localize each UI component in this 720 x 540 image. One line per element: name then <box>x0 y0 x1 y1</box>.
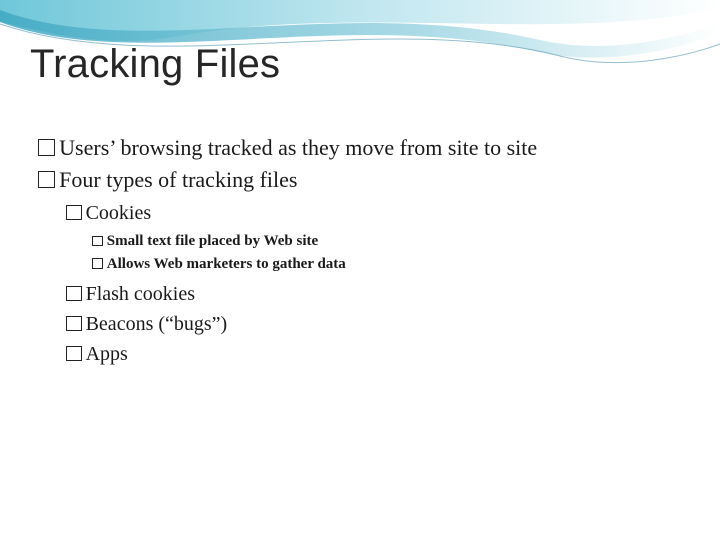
slide-title: Tracking Files <box>30 42 690 87</box>
bullet-text: Beacons (“bugs”) <box>86 313 228 335</box>
bullet-level3: Allows Web marketers to gather data <box>92 253 690 276</box>
square-bullet-icon <box>66 286 82 302</box>
bullet-text: Flash cookies <box>86 283 195 305</box>
bullet-text: Cookies <box>86 202 152 224</box>
bullet-text: Small text file placed by Web site <box>107 233 318 249</box>
bullet-level2: Flash cookies <box>66 279 690 309</box>
bullet-level2: Apps <box>66 339 690 369</box>
square-bullet-icon <box>92 258 103 269</box>
bullet-text: Users’ browsing tracked as they move fro… <box>59 135 537 160</box>
bullet-list: Users’ browsing tracked as they move fro… <box>38 133 690 369</box>
square-bullet-icon <box>66 346 82 362</box>
square-bullet-icon <box>92 236 103 247</box>
square-bullet-icon <box>38 139 55 156</box>
bullet-level1: Four types of tracking files Cookies Sma… <box>38 165 690 370</box>
square-bullet-icon <box>66 316 82 332</box>
bullet-level1: Users’ browsing tracked as they move fro… <box>38 133 690 163</box>
square-bullet-icon <box>66 205 82 221</box>
bullet-text: Apps <box>86 343 128 365</box>
bullet-text: Allows Web marketers to gather data <box>107 256 346 272</box>
bullet-level2: Cookies Small text file placed by Web si… <box>66 198 690 275</box>
square-bullet-icon <box>38 171 55 188</box>
bullet-text: Four types of tracking files <box>59 167 297 192</box>
bullet-level3: Small text file placed by Web site <box>92 230 690 253</box>
bullet-level2: Beacons (“bugs”) <box>66 309 690 339</box>
